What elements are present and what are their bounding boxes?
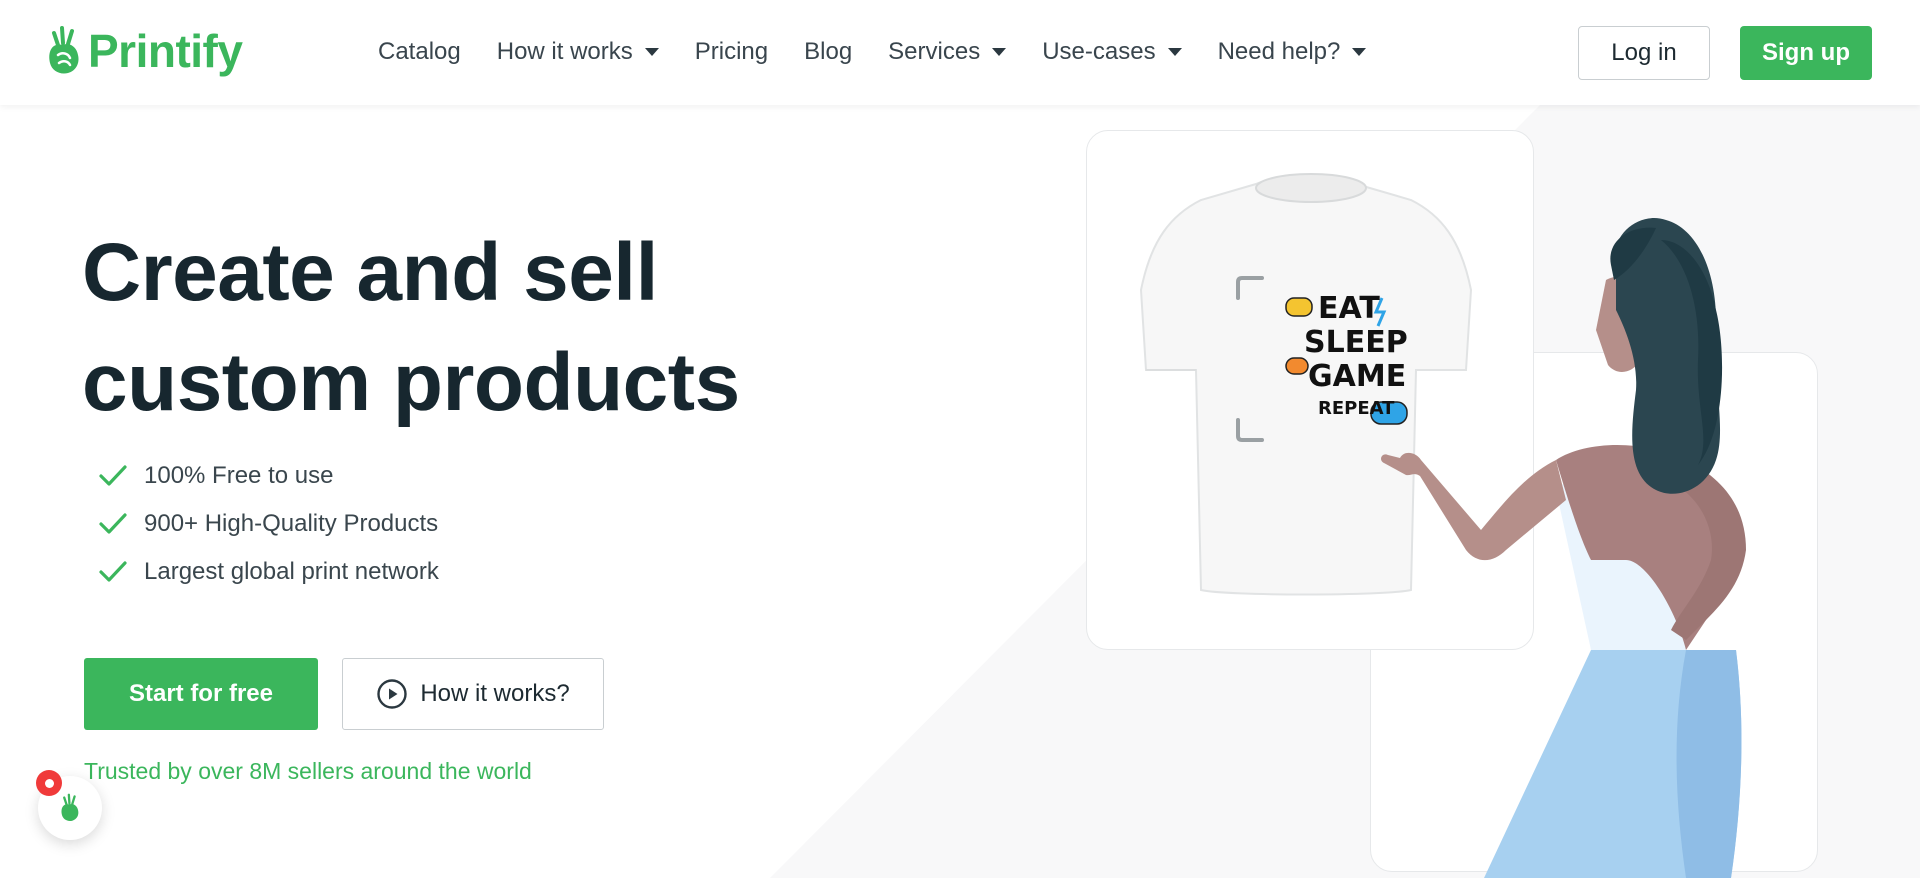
check-icon — [99, 465, 127, 486]
nav-item-blog[interactable]: Blog — [804, 38, 852, 66]
feature-label: 900+ High-Quality Products — [144, 510, 439, 537]
caret-down-icon — [1352, 48, 1367, 56]
nav-item-how-it-works[interactable]: How it works — [497, 38, 659, 66]
printify-hand-logo-icon — [49, 26, 79, 74]
caret-down-icon — [992, 48, 1007, 56]
check-icon — [99, 561, 127, 582]
feature-item: 100% Free to use — [98, 452, 439, 500]
caret-down-icon — [644, 48, 659, 56]
feature-list: 100% Free to use 900+ High-Quality Produ… — [98, 452, 439, 596]
nav-item-pricing[interactable]: Pricing — [695, 38, 768, 66]
tshirt-graphic-text: EAT — [1318, 291, 1380, 326]
how-it-works-button[interactable]: How it works? — [342, 658, 604, 730]
brand-name: Printify — [88, 25, 243, 77]
hero-title-line2: custom products — [82, 337, 740, 428]
play-circle-icon — [377, 679, 408, 709]
login-button[interactable]: Log in — [1578, 26, 1710, 80]
feature-item: Largest global print network — [98, 548, 439, 596]
check-icon — [99, 513, 127, 534]
hero-title: Create and sell custom products — [82, 218, 740, 438]
nav-label: Services — [888, 38, 981, 65]
nav-label: Use-cases — [1042, 38, 1156, 65]
feature-label: Largest global print network — [144, 558, 439, 585]
tshirt-graphic-text: GAME — [1308, 359, 1406, 394]
trusted-text: Trusted by over 8M sellers around the wo… — [84, 758, 532, 784]
tshirt-graphic-text: SLEEP — [1304, 325, 1408, 360]
nav-label: Blog — [804, 38, 853, 65]
tshirt-graphic-text: REPEAT — [1318, 398, 1395, 419]
feature-label: 100% Free to use — [144, 462, 334, 489]
tshirt-image — [1139, 173, 1473, 596]
printify-chat-icon — [61, 793, 79, 821]
main-nav: Catalog How it works Pricing Blog Servic… — [378, 38, 1402, 66]
nav-item-catalog[interactable]: Catalog — [378, 38, 461, 66]
nav-item-use-cases[interactable]: Use-cases — [1042, 38, 1182, 66]
site-header: Printify Catalog How it works Pricing Bl… — [0, 0, 1920, 105]
signup-button[interactable]: Sign up — [1740, 26, 1872, 80]
nav-label: How it works — [496, 38, 633, 65]
nav-label: Pricing — [694, 38, 769, 65]
nav-item-need-help[interactable]: Need help? — [1218, 38, 1367, 66]
nav-item-services[interactable]: Services — [888, 38, 1007, 66]
notification-badge — [36, 770, 62, 796]
how-it-works-label: How it works? — [420, 680, 570, 707]
nav-label: Need help? — [1217, 38, 1341, 65]
caret-down-icon — [1167, 48, 1182, 56]
brand-logo[interactable]: Printify — [46, 24, 243, 78]
hero-title-line1: Create and sell — [82, 227, 658, 318]
hero-illustration: EAT SLEEP GAME REPEAT — [1139, 173, 1746, 878]
nav-label: Catalog — [378, 38, 461, 65]
start-for-free-button[interactable]: Start for free — [84, 658, 318, 730]
feature-item: 900+ High-Quality Products — [98, 500, 439, 548]
